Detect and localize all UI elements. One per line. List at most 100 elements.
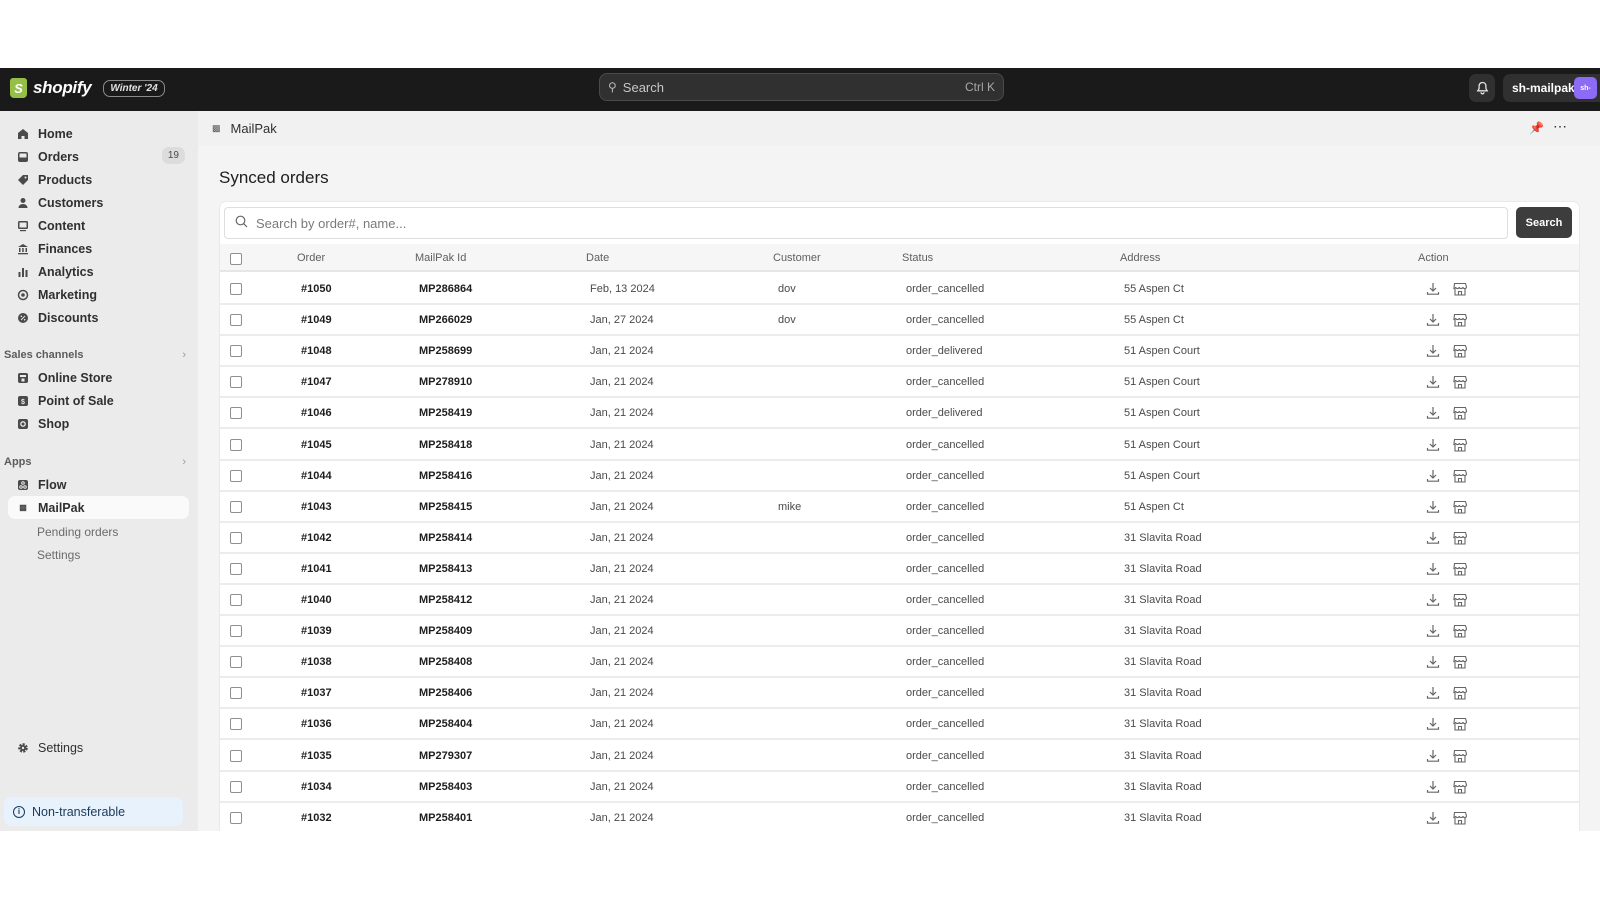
download-icon[interactable] — [1425, 623, 1441, 639]
download-icon[interactable] — [1425, 343, 1441, 359]
store-icon[interactable] — [1452, 312, 1468, 328]
store-icon[interactable] — [1452, 748, 1468, 764]
row-checkbox[interactable] — [230, 594, 242, 606]
store-icon[interactable] — [1452, 499, 1468, 515]
sidebar-item-analytics[interactable]: Analytics — [8, 260, 189, 283]
row-checkbox[interactable] — [230, 562, 242, 575]
download-icon[interactable] — [1425, 281, 1441, 297]
select-all-checkbox[interactable] — [230, 253, 242, 265]
order-number[interactable]: #1034 — [301, 781, 332, 793]
order-number[interactable]: #1046 — [301, 407, 332, 419]
table-row[interactable]: #1044 MP258416 Jan, 21 2024 order_cancel… — [220, 461, 1579, 492]
search-button[interactable]: Search — [1516, 207, 1572, 238]
download-icon[interactable] — [1425, 405, 1441, 421]
sidebar-item-discounts[interactable]: Discounts — [8, 306, 189, 329]
row-checkbox[interactable] — [230, 407, 242, 420]
order-number[interactable]: #1044 — [301, 470, 332, 482]
table-row[interactable]: #1035 MP279307 Jan, 21 2024 order_cancel… — [220, 741, 1579, 772]
row-checkbox[interactable] — [230, 531, 242, 544]
store-icon[interactable] — [1452, 437, 1468, 453]
row-checkbox[interactable] — [230, 345, 242, 358]
row-checkbox[interactable] — [230, 718, 242, 731]
download-icon[interactable] — [1425, 468, 1441, 484]
store-icon[interactable] — [1452, 716, 1468, 732]
sidebar-subitem-pending-orders[interactable]: Pending orders — [37, 525, 118, 539]
table-row[interactable]: #1037 MP258406 Jan, 21 2024 order_cancel… — [220, 678, 1579, 710]
download-icon[interactable] — [1425, 716, 1441, 732]
store-icon[interactable] — [1452, 623, 1468, 639]
order-number[interactable]: #1043 — [301, 501, 332, 513]
sidebar-item-customers[interactable]: Customers — [8, 191, 189, 214]
column-header-order[interactable]: Order — [297, 252, 325, 264]
row-checkbox[interactable] — [230, 500, 242, 513]
table-row[interactable]: #1034 MP258403 Jan, 21 2024 order_cancel… — [220, 772, 1579, 803]
order-number[interactable]: #1047 — [301, 376, 332, 388]
table-row[interactable]: #1036 MP258404 Jan, 21 2024 order_cancel… — [220, 709, 1579, 741]
download-icon[interactable] — [1425, 437, 1441, 453]
table-row[interactable]: #1047 MP278910 Jan, 21 2024 order_cancel… — [220, 367, 1579, 399]
download-icon[interactable] — [1425, 592, 1441, 608]
row-checkbox[interactable] — [230, 625, 242, 638]
order-number[interactable]: #1050 — [301, 283, 332, 295]
download-icon[interactable] — [1425, 810, 1441, 826]
store-icon[interactable] — [1452, 374, 1468, 390]
more-options-icon[interactable]: ⋯ — [1553, 118, 1568, 135]
sidebar-item-orders[interactable]: Orders 19 — [8, 145, 189, 168]
order-number[interactable]: #1040 — [301, 594, 332, 606]
table-row[interactable]: #1050 MP286864 Feb, 13 2024 dov order_ca… — [220, 274, 1579, 305]
row-checkbox[interactable] — [230, 811, 242, 824]
table-row[interactable]: #1041 MP258413 Jan, 21 2024 order_cancel… — [220, 554, 1579, 585]
store-icon[interactable] — [1452, 343, 1468, 359]
account-menu[interactable]: sh-mailpak sh- — [1503, 74, 1600, 102]
sidebar-item-products[interactable]: Products — [8, 168, 189, 191]
sidebar-item-flow[interactable]: Flow — [8, 473, 189, 496]
table-row[interactable]: #1042 MP258414 Jan, 21 2024 order_cancel… — [220, 523, 1579, 554]
apps-header[interactable]: Apps › — [4, 456, 190, 468]
download-icon[interactable] — [1425, 312, 1441, 328]
store-icon[interactable] — [1452, 685, 1468, 701]
pin-icon[interactable]: 📌 — [1529, 121, 1544, 135]
order-number[interactable]: #1037 — [301, 687, 332, 699]
table-row[interactable]: #1046 MP258419 Jan, 21 2024 order_delive… — [220, 398, 1579, 430]
sales-channels-header[interactable]: Sales channels › — [4, 349, 190, 361]
column-header-status[interactable]: Status — [902, 252, 933, 264]
table-row[interactable]: #1049 MP266029 Jan, 27 2024 dov order_ca… — [220, 305, 1579, 337]
store-icon[interactable] — [1452, 592, 1468, 608]
store-icon[interactable] — [1452, 654, 1468, 670]
sidebar-item-online-store[interactable]: Online Store — [8, 366, 189, 389]
sidebar-item-content[interactable]: Content — [8, 214, 189, 237]
sidebar-item-shop[interactable]: Shop — [8, 412, 189, 435]
notifications-button[interactable] — [1469, 74, 1495, 102]
table-row[interactable]: #1043 MP258415 Jan, 21 2024 mike order_c… — [220, 492, 1579, 523]
download-icon[interactable] — [1425, 654, 1441, 670]
download-icon[interactable] — [1425, 530, 1441, 546]
download-icon[interactable] — [1425, 685, 1441, 701]
download-icon[interactable] — [1425, 779, 1441, 795]
row-checkbox[interactable] — [230, 749, 242, 762]
column-header-customer[interactable]: Customer — [773, 252, 821, 264]
sidebar-item-home[interactable]: Home — [8, 122, 189, 145]
sidebar-item-point-of-sale[interactable]: $ Point of Sale — [8, 389, 189, 412]
order-number[interactable]: #1032 — [301, 812, 332, 824]
table-row[interactable]: #1038 MP258408 Jan, 21 2024 order_cancel… — [220, 647, 1579, 679]
order-number[interactable]: #1041 — [301, 563, 332, 575]
non-transferable-badge[interactable]: i Non-transferable — [4, 797, 183, 826]
row-checkbox[interactable] — [230, 656, 242, 669]
row-checkbox[interactable] — [230, 469, 242, 482]
download-icon[interactable] — [1425, 561, 1441, 577]
download-icon[interactable] — [1425, 499, 1441, 515]
order-number[interactable]: #1045 — [301, 439, 332, 451]
store-icon[interactable] — [1452, 561, 1468, 577]
order-number[interactable]: #1039 — [301, 625, 332, 637]
table-row[interactable]: #1040 MP258412 Jan, 21 2024 order_cancel… — [220, 585, 1579, 616]
row-checkbox[interactable] — [230, 780, 242, 793]
sidebar-subitem-settings[interactable]: Settings — [37, 548, 80, 562]
order-number[interactable]: #1038 — [301, 656, 332, 668]
row-checkbox[interactable] — [230, 283, 242, 295]
shopify-logo[interactable]: S shopify Winter '24 — [10, 78, 165, 98]
store-icon[interactable] — [1452, 530, 1468, 546]
table-row[interactable]: #1045 MP258418 Jan, 21 2024 order_cancel… — [220, 430, 1579, 461]
row-checkbox[interactable] — [230, 687, 242, 700]
sidebar-item-finances[interactable]: Finances — [8, 237, 189, 260]
table-row[interactable]: #1039 MP258409 Jan, 21 2024 order_cancel… — [220, 616, 1579, 648]
